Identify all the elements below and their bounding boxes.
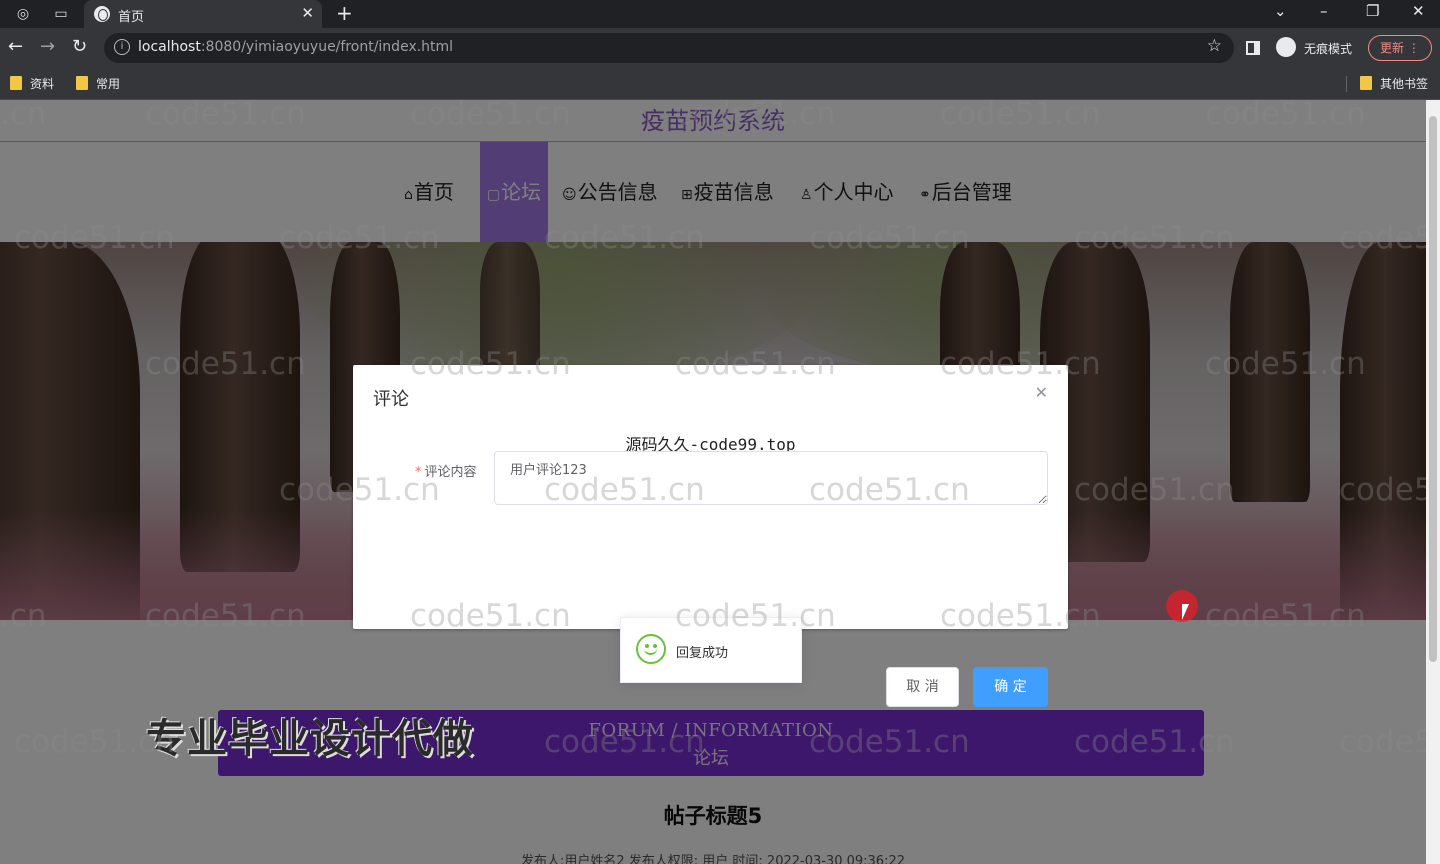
- bookmark-folder-2[interactable]: 常用: [76, 75, 120, 92]
- scrollbar-thumb[interactable]: [1429, 116, 1437, 662]
- tab-title: 首页: [118, 10, 145, 25]
- comment-label: * 评论内容: [415, 465, 477, 480]
- address-bar: ← → ↻ i localhost:8080/yimiaoyuyue/front…: [0, 28, 1440, 68]
- dialog-title: 评论: [373, 389, 409, 410]
- browser-tab-bar: ◎ ▭ 首页 ✕ + ⌄ – ❐ ✕: [0, 0, 1440, 28]
- reload-icon[interactable]: ↻: [72, 36, 87, 57]
- web-page: 疫苗预约系统 ⌂首页 ▢论坛 ☺公告信息 ⊞疫苗信息 ♙个人中心 ⚭后台管理 F…: [0, 100, 1426, 864]
- browser-icon[interactable]: ◎: [14, 5, 32, 23]
- cancel-button[interactable]: 取 消: [886, 667, 959, 707]
- side-panel-icon[interactable]: [1246, 41, 1260, 55]
- bookmarks-bar: 资料 常用 其他书签: [0, 68, 1440, 100]
- bookmark-separator: [1346, 76, 1347, 92]
- incognito-icon: [1276, 37, 1296, 57]
- comment-dialog: 评论 ✕ 源码久久-code99.top * 评论内容 用户评论123 取 消 确…: [353, 365, 1068, 707]
- page-scrollbar[interactable]: [1426, 100, 1440, 864]
- tab-search-icon[interactable]: ▭: [52, 5, 70, 23]
- restore-icon[interactable]: ❐: [1366, 2, 1379, 20]
- close-icon[interactable]: ✕: [1035, 383, 1048, 402]
- success-smile-icon: [636, 634, 666, 664]
- minimize-icon[interactable]: –: [1320, 2, 1328, 20]
- info-icon[interactable]: i: [114, 39, 130, 55]
- other-bookmarks[interactable]: 其他书签: [1360, 75, 1428, 92]
- comment-textarea[interactable]: 用户评论123: [494, 451, 1048, 505]
- toast-message: 回复成功: [676, 646, 729, 661]
- chevron-down-icon[interactable]: ⌄: [1274, 2, 1287, 20]
- back-icon[interactable]: ←: [8, 36, 23, 57]
- incognito-label: 无痕模式: [1304, 42, 1353, 56]
- forward-icon[interactable]: →: [40, 36, 55, 57]
- confirm-button[interactable]: 确 定: [973, 667, 1048, 707]
- bookmark-star-icon[interactable]: ☆: [1207, 36, 1222, 56]
- new-tab-icon[interactable]: +: [336, 1, 353, 25]
- url-text[interactable]: localhost:8080/yimiaoyuyue/front/index.h…: [138, 39, 453, 55]
- mouse-cursor-icon: [1182, 604, 1189, 620]
- bookmark-folder-1[interactable]: 资料: [10, 75, 54, 92]
- close-tab-icon[interactable]: ✕: [301, 4, 314, 22]
- promo-text: 专业毕业设计代做: [146, 716, 474, 762]
- globe-icon: [94, 6, 110, 22]
- url-field[interactable]: i localhost:8080/yimiaoyuyue/front/index…: [104, 33, 1234, 63]
- close-window-icon[interactable]: ✕: [1412, 2, 1425, 20]
- success-toast: 回复成功: [620, 617, 802, 683]
- browser-tab[interactable]: 首页 ✕: [84, 0, 322, 28]
- update-button[interactable]: 更新 ⋮: [1368, 35, 1432, 61]
